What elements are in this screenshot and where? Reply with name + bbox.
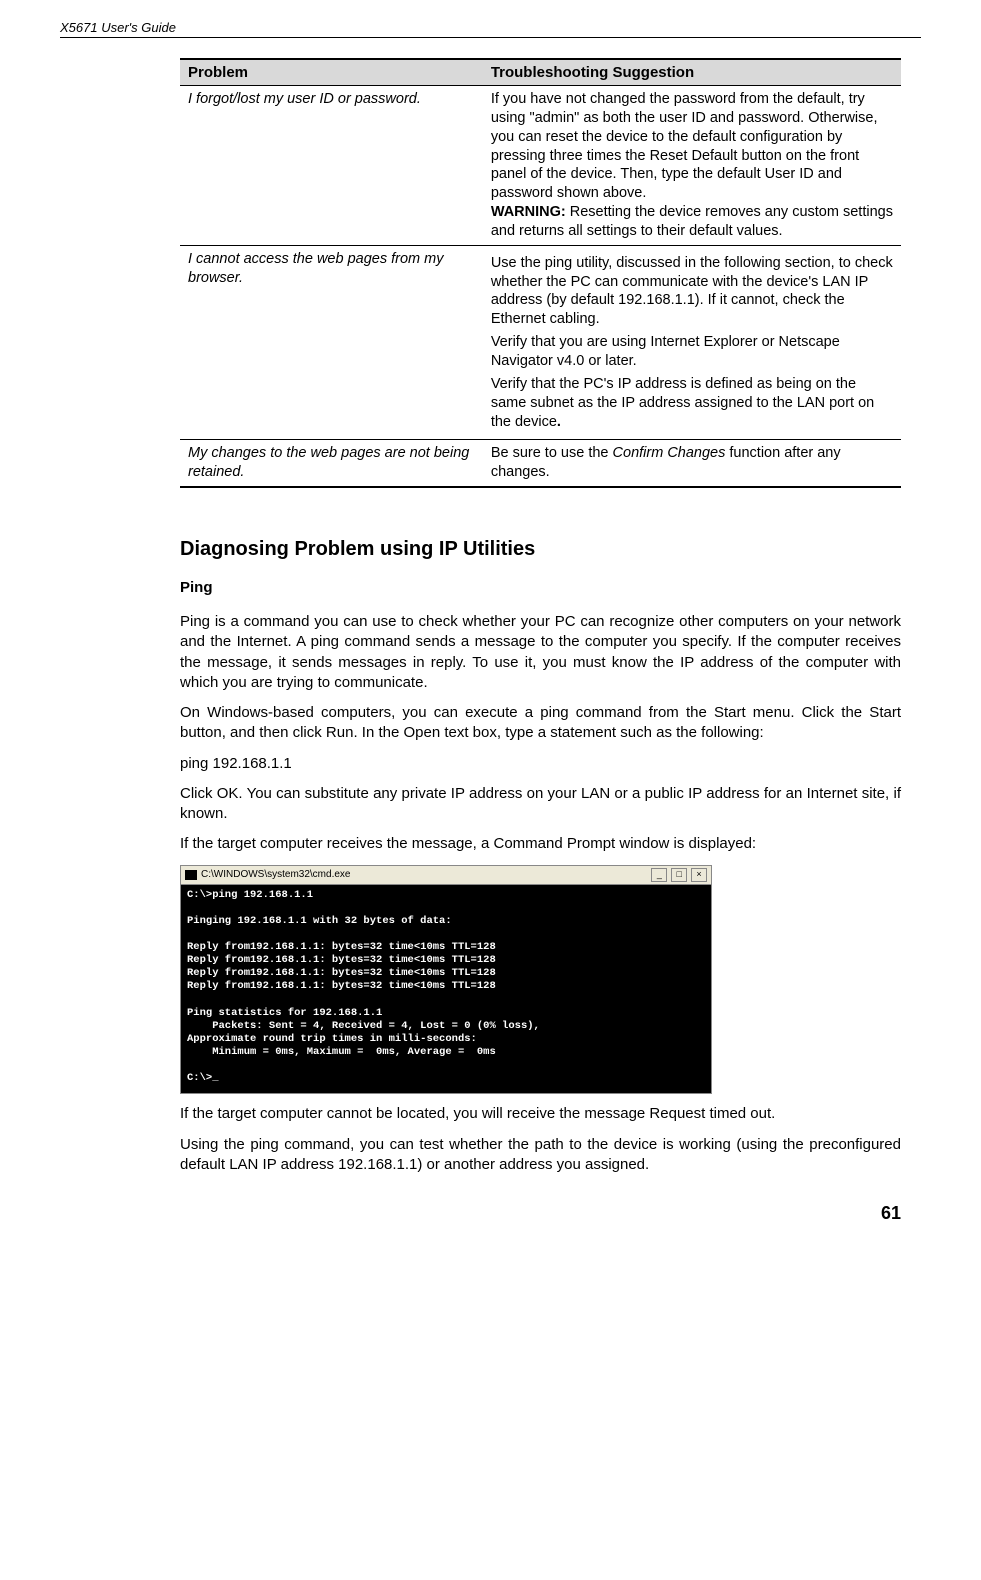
ping-heading: Ping bbox=[180, 579, 901, 596]
paragraph: Ping is a command you can use to check w… bbox=[180, 612, 901, 693]
minimize-icon: _ bbox=[651, 868, 667, 882]
paragraph: If the target computer cannot be located… bbox=[180, 1104, 901, 1124]
cmd-icon bbox=[185, 870, 197, 880]
suggestion-cell: Use the ping utility, discussed in the f… bbox=[483, 245, 901, 440]
suggestion-text: Verify that you are using Internet Explo… bbox=[491, 333, 893, 371]
table-row: I forgot/lost my user ID or password. If… bbox=[180, 86, 901, 246]
cmd-title-text: C:\WINDOWS\system32\cmd.exe bbox=[201, 869, 350, 880]
cmd-output: C:\>ping 192.168.1.1 Pinging 192.168.1.1… bbox=[181, 885, 711, 1094]
suggestion-text: Use the ping utility, discussed in the f… bbox=[491, 254, 893, 329]
window-controls: _ □ × bbox=[650, 868, 707, 882]
col-suggestion: Troubleshooting Suggestion bbox=[483, 59, 901, 86]
problem-cell: My changes to the web pages are not bein… bbox=[180, 440, 483, 487]
paragraph: Click OK. You can substitute any private… bbox=[180, 784, 901, 825]
suggestion-text: If you have not changed the password fro… bbox=[491, 90, 893, 203]
paragraph: Using the ping command, you can test whe… bbox=[180, 1135, 901, 1176]
ping-command: ping 192.168.1.1 bbox=[180, 754, 901, 774]
problem-cell: I forgot/lost my user ID or password. bbox=[180, 86, 483, 246]
cmd-window: C:\WINDOWS\system32\cmd.exe _ □ × C:\>pi… bbox=[180, 865, 712, 1095]
troubleshooting-table: Problem Troubleshooting Suggestion I for… bbox=[180, 58, 901, 488]
table-row: My changes to the web pages are not bein… bbox=[180, 440, 901, 487]
warning-label: WARNING: bbox=[491, 204, 566, 220]
suggestion-cell: If you have not changed the password fro… bbox=[483, 86, 901, 246]
header-title: X5671 User's Guide bbox=[60, 20, 176, 35]
page-header: X5671 User's Guide bbox=[60, 20, 921, 38]
maximize-icon: □ bbox=[671, 868, 687, 882]
suggestion-em: Confirm Changes bbox=[613, 445, 726, 461]
page-number: 61 bbox=[180, 1203, 901, 1224]
col-problem: Problem bbox=[180, 59, 483, 86]
problem-cell: I cannot access the web pages from my br… bbox=[180, 245, 483, 440]
suggestion-text: Verify that the PC's IP address is defin… bbox=[491, 375, 893, 432]
cmd-titlebar: C:\WINDOWS\system32\cmd.exe _ □ × bbox=[181, 866, 711, 885]
table-row: I cannot access the web pages from my br… bbox=[180, 245, 901, 440]
section-title: Diagnosing Problem using IP Utilities bbox=[180, 538, 901, 561]
suggestion-pre: Be sure to use the bbox=[491, 445, 613, 461]
suggestion-warning: WARNING: Resetting the device removes an… bbox=[491, 203, 893, 241]
paragraph: If the target computer receives the mess… bbox=[180, 834, 901, 854]
suggestion-cell: Be sure to use the Confirm Changes funct… bbox=[483, 440, 901, 487]
paragraph: On Windows-based computers, you can exec… bbox=[180, 703, 901, 744]
close-icon: × bbox=[691, 868, 707, 882]
